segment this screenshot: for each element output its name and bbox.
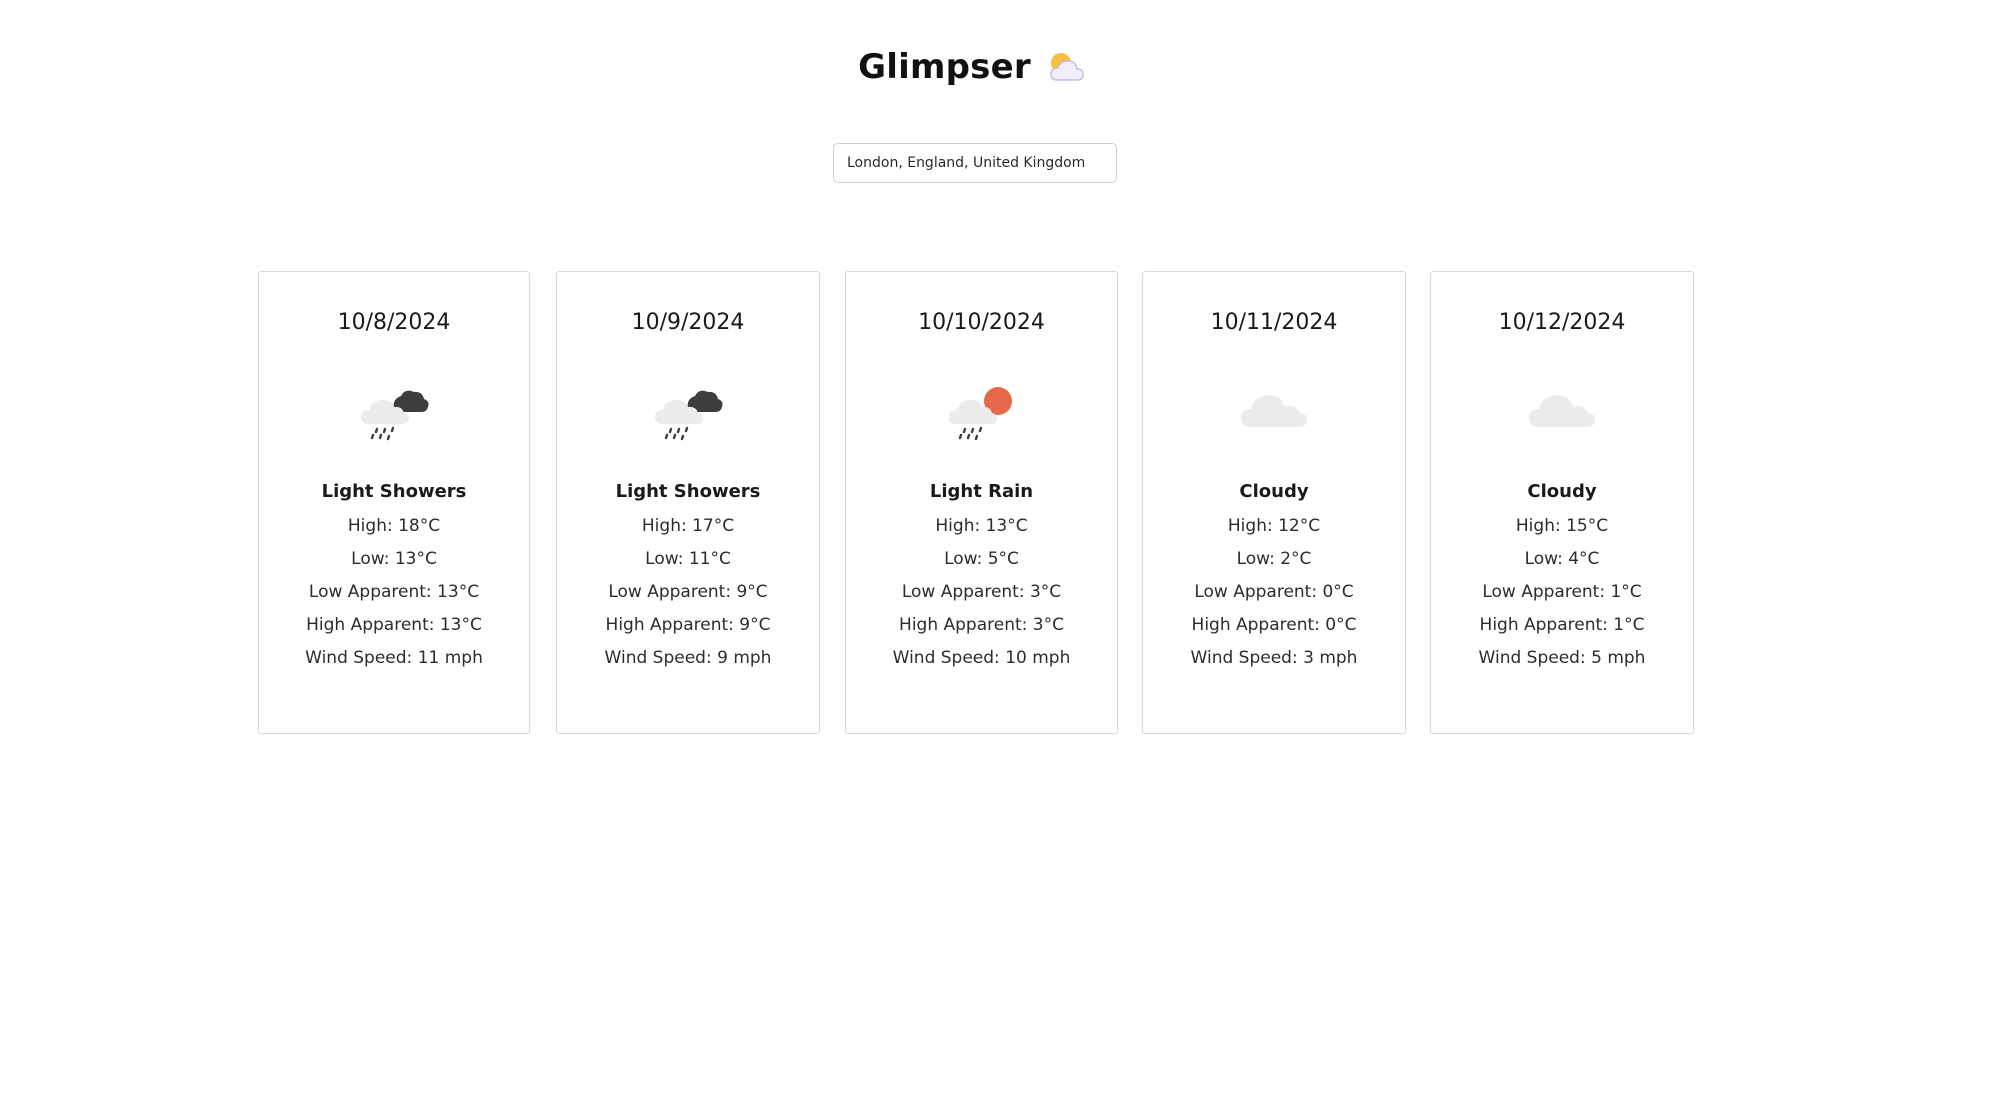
heavy-cloud-rain-icon — [361, 390, 429, 441]
forecast-condition: Light Showers — [321, 481, 467, 502]
forecast-list: 10/8/2024 Light Showers High: 18°C Low: … — [0, 271, 2015, 736]
forecast-low: Low: 13°C — [351, 549, 437, 569]
forecast-high-apparent: High Apparent: 0°C — [1191, 615, 1357, 635]
forecast-low: Low: 2°C — [1236, 549, 1312, 569]
forecast-low-apparent: Low Apparent: 13°C — [308, 582, 480, 602]
forecast-high-apparent: High Apparent: 9°C — [605, 615, 771, 635]
forecast-high: High: 17°C — [641, 516, 735, 536]
forecast-card: 10/9/2024 Light Showers High: 17°C Low: … — [556, 271, 820, 734]
forecast-low: Low: 5°C — [944, 549, 1019, 569]
forecast-date: 10/8/2024 — [337, 310, 451, 335]
forecast-wind-speed: Wind Speed: 5 mph — [1478, 648, 1646, 668]
forecast-low-apparent: Low Apparent: 3°C — [901, 582, 1062, 602]
forecast-high-apparent: High Apparent: 3°C — [899, 615, 1064, 635]
forecast-wind-speed: Wind Speed: 10 mph — [892, 648, 1071, 668]
header: Glimpser — [0, 46, 1945, 88]
forecast-date: 10/12/2024 — [1498, 310, 1626, 335]
forecast-date: 10/10/2024 — [918, 310, 1045, 335]
forecast-card: 10/11/2024 Cloudy High: 12°C Low: 2°C Lo… — [1142, 271, 1406, 734]
cloud-icon — [1241, 395, 1308, 427]
heavy-cloud-rain-icon — [655, 390, 723, 441]
forecast-high-apparent: High Apparent: 1°C — [1479, 615, 1645, 635]
forecast-high-apparent: High Apparent: 13°C — [306, 615, 482, 635]
forecast-high: High: 18°C — [347, 516, 441, 536]
forecast-low-apparent: Low Apparent: 1°C — [1482, 582, 1642, 602]
forecast-date: 10/11/2024 — [1210, 310, 1338, 335]
forecast-card: 10/12/2024 Cloudy High: 15°C Low: 4°C Lo… — [1430, 271, 1694, 734]
forecast-low: Low: 4°C — [1524, 549, 1600, 569]
forecast-high: High: 15°C — [1515, 516, 1609, 536]
forecast-card: 10/8/2024 Light Showers High: 18°C Low: … — [258, 271, 530, 734]
forecast-wind-speed: Wind Speed: 11 mph — [305, 648, 483, 668]
location-search[interactable] — [833, 143, 1117, 183]
forecast-wind-speed: Wind Speed: 9 mph — [604, 648, 772, 668]
forecast-low-apparent: Low Apparent: 9°C — [608, 582, 768, 602]
sun-cloud-rain-icon — [948, 387, 1012, 441]
forecast-low-apparent: Low Apparent: 0°C — [1194, 582, 1354, 602]
app-title: Glimpser — [858, 47, 1031, 87]
forecast-condition: Cloudy — [1527, 481, 1597, 502]
location-input[interactable] — [833, 143, 1117, 183]
forecast-wind-speed: Wind Speed: 3 mph — [1190, 648, 1358, 668]
forecast-high: High: 13°C — [935, 516, 1028, 536]
cloud-icon — [1529, 395, 1596, 427]
forecast-condition: Cloudy — [1239, 481, 1309, 502]
forecast-low: Low: 11°C — [645, 549, 731, 569]
sun-behind-cloud-icon — [1050, 53, 1084, 81]
forecast-high: High: 12°C — [1227, 516, 1321, 536]
forecast-date: 10/9/2024 — [631, 310, 745, 335]
forecast-condition: Light Showers — [615, 481, 761, 502]
forecast-card: 10/10/2024 Light Rain High: 13°C Low: 5°… — [845, 271, 1118, 734]
forecast-condition: Light Rain — [929, 481, 1034, 502]
